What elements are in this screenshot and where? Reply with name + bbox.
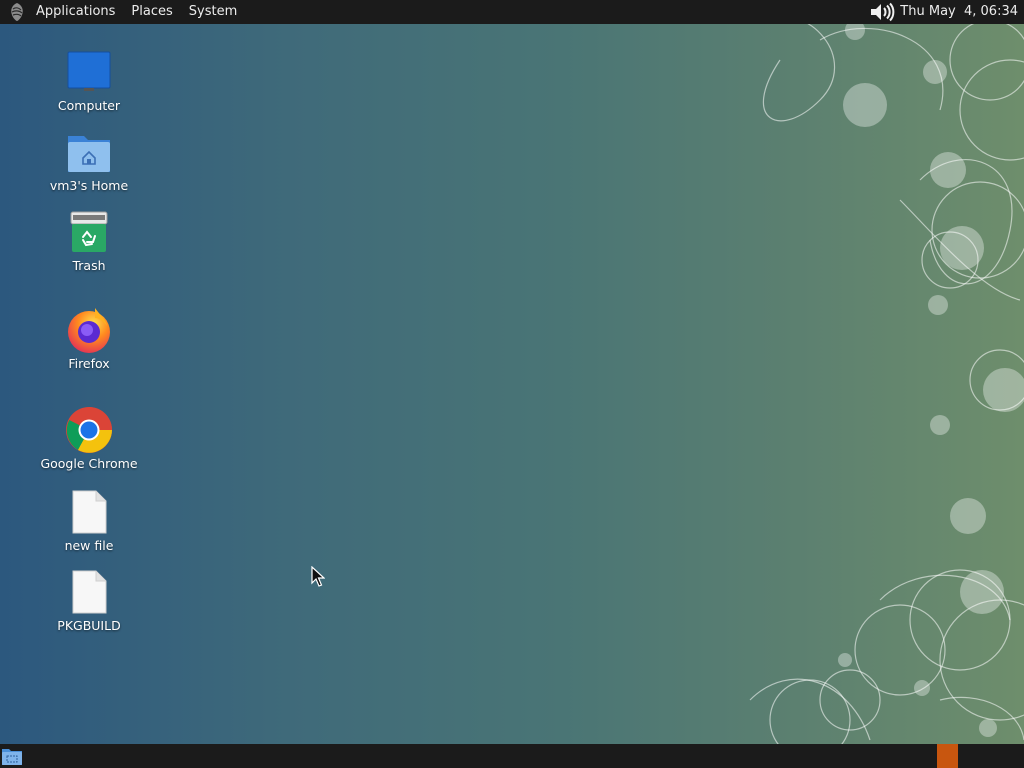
desktop-icon-chrome[interactable]: Google Chrome <box>34 406 144 471</box>
show-desktop-icon[interactable] <box>1 746 23 766</box>
desktop-icon-label: Computer <box>57 98 121 113</box>
desktop-icon-home[interactable]: vm3's Home <box>34 128 144 193</box>
desktop-icon-label: Trash <box>72 258 106 273</box>
desktop-icon-label: vm3's Home <box>49 178 129 193</box>
desktop-icon-firefox[interactable]: Firefox <box>34 306 144 371</box>
computer-monitor-icon <box>64 48 114 96</box>
desktop-icon-label: new file <box>64 538 114 553</box>
places-menu[interactable]: Places <box>123 0 180 24</box>
volume-icon[interactable] <box>868 0 896 24</box>
clock[interactable]: Thu May 4, 06:34 <box>900 0 1024 24</box>
mouse-pointer-icon <box>311 566 325 587</box>
system-menu[interactable]: System <box>181 0 245 24</box>
desktop-icon-label: Firefox <box>68 356 110 371</box>
file-icon <box>64 488 114 536</box>
firefox-icon <box>64 306 114 354</box>
desktop-icon-pkgbuild[interactable]: PKGBUILD <box>34 568 144 633</box>
top-panel: Applications Places System Thu May 4, 06… <box>0 0 1024 24</box>
desktop-icon-label: PKGBUILD <box>57 618 121 633</box>
wallpaper-swirls <box>749 15 1024 761</box>
desktop-icon-new-file[interactable]: new file <box>34 488 144 553</box>
panel-status-area: Thu May 4, 06:34 <box>868 0 1024 24</box>
home-folder-icon <box>64 128 114 176</box>
desktop-icon-label: Google Chrome <box>40 456 138 471</box>
distro-logo-icon[interactable] <box>6 1 28 23</box>
applications-menu[interactable]: Applications <box>32 0 123 24</box>
trash-icon <box>64 208 114 256</box>
desktop-icon-trash[interactable]: Trash <box>34 208 144 273</box>
desktop-icon-computer[interactable]: Computer <box>34 48 144 113</box>
file-icon <box>64 568 114 616</box>
workspace-switcher[interactable] <box>937 744 958 768</box>
chrome-icon <box>64 406 114 454</box>
bottom-panel <box>0 744 1024 768</box>
